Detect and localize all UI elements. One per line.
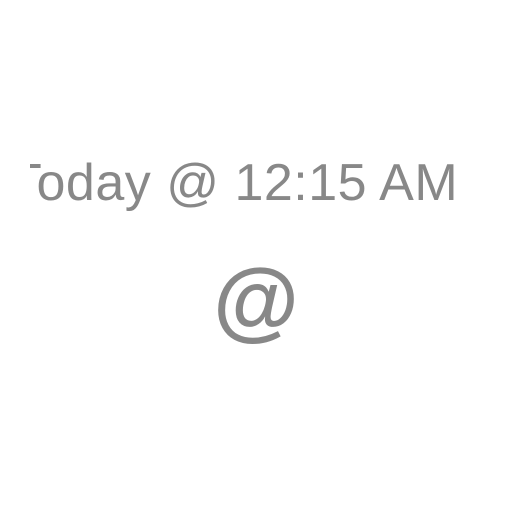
timestamp-label: Today @ 12:15 AM: [30, 154, 459, 212]
screen: Today @ 12:15 AM @: [0, 0, 512, 512]
timestamp-container: Today @ 12:15 AM: [30, 148, 482, 218]
at-sign-icon: @: [213, 250, 299, 349]
